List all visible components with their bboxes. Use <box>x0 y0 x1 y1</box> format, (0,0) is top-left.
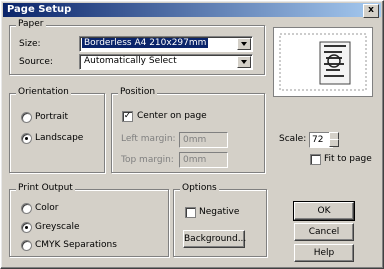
size-label: Size: <box>19 39 41 49</box>
portrait-radio[interactable] <box>21 112 32 123</box>
landscape-label[interactable]: Landscape <box>35 133 83 143</box>
dialog-title: Page Setup <box>7 4 72 15</box>
cmyk-label[interactable]: CMYK Separations <box>35 240 117 250</box>
top-margin-field[interactable]: 0mm <box>179 152 228 168</box>
greyscale-radio[interactable] <box>21 222 32 233</box>
scale-spinner[interactable] <box>329 132 339 147</box>
size-select[interactable]: Borderless A4 210x297mm <box>79 36 253 52</box>
cancel-button[interactable]: Cancel <box>294 223 354 241</box>
print-output-group-label: Print Output <box>16 183 75 193</box>
left-margin-field[interactable]: 0mm <box>179 132 228 148</box>
position-group-label: Position <box>118 87 158 97</box>
center-on-page-label[interactable]: Center on page <box>137 111 207 121</box>
scale-label: Scale: <box>279 134 307 144</box>
preview-image <box>279 33 367 91</box>
size-select-value: Borderless A4 210x297mm <box>82 38 209 48</box>
spin-down-icon[interactable] <box>329 139 339 147</box>
fit-to-page-label[interactable]: Fit to page <box>324 154 372 164</box>
portrait-label[interactable]: Portrait <box>35 112 68 122</box>
fit-to-page-checkbox[interactable] <box>310 154 321 165</box>
left-margin-label: Left margin: <box>121 134 176 144</box>
color-radio[interactable] <box>21 203 32 214</box>
options-group-label: Options <box>180 183 219 193</box>
close-button[interactable]: x <box>363 4 379 18</box>
chevron-down-icon[interactable] <box>237 56 251 68</box>
center-on-page-checkbox[interactable]: ✓ <box>122 111 133 122</box>
negative-label[interactable]: Negative <box>199 207 239 217</box>
orientation-group-label: Orientation <box>16 87 71 97</box>
negative-checkbox[interactable] <box>185 207 196 218</box>
cmyk-radio[interactable] <box>21 240 32 251</box>
ok-button[interactable]: OK <box>293 201 355 221</box>
background-button[interactable]: Background... <box>183 230 246 248</box>
chevron-down-icon[interactable] <box>237 38 251 50</box>
title-bar: Page Setup x <box>3 3 381 18</box>
paper-group-label: Paper <box>16 19 46 29</box>
greyscale-label[interactable]: Greyscale <box>35 222 80 232</box>
page-setup-dialog: Page Setup x Paper Size: Borderless A4 2… <box>0 0 384 269</box>
color-label[interactable]: Color <box>35 203 59 213</box>
top-margin-label: Top margin: <box>121 155 174 165</box>
help-button[interactable]: Help <box>294 244 354 262</box>
source-select[interactable]: Automatically Select <box>79 54 253 70</box>
source-select-value: Automatically Select <box>84 56 177 66</box>
page-preview <box>273 27 373 97</box>
source-label: Source: <box>19 57 53 67</box>
landscape-radio[interactable] <box>21 133 32 144</box>
